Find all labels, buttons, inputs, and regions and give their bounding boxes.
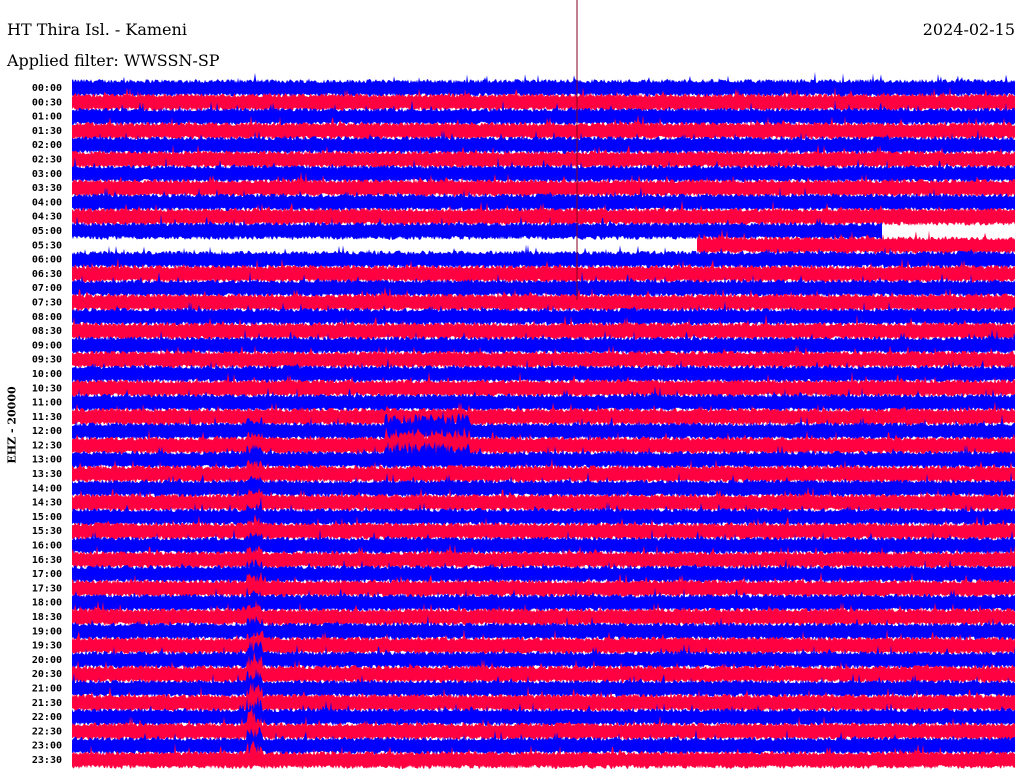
time-label: 22:30 (32, 726, 62, 737)
time-label: 08:00 (32, 312, 62, 323)
time-label: 19:00 (32, 626, 62, 637)
time-label: 01:30 (32, 126, 62, 137)
trace-0000 (72, 71, 1015, 97)
time-label: 00:30 (32, 97, 62, 108)
traces (72, 0, 1015, 769)
time-label: 21:00 (32, 684, 62, 695)
time-label: 16:00 (32, 541, 62, 552)
time-label: 03:00 (32, 169, 62, 180)
time-label: 23:30 (32, 755, 62, 766)
time-label: 15:30 (32, 526, 62, 537)
time-label: 15:00 (32, 512, 62, 523)
time-label: 07:30 (32, 297, 62, 308)
time-label: 03:30 (32, 183, 62, 194)
time-label: 10:00 (32, 369, 62, 380)
time-label: 17:00 (32, 569, 62, 580)
time-label: 17:30 (32, 583, 62, 594)
time-label: 02:00 (32, 140, 62, 151)
time-label: 08:30 (32, 326, 62, 337)
time-label: 18:30 (32, 612, 62, 623)
time-label: 01:00 (32, 112, 62, 123)
time-label: 23:00 (32, 741, 62, 752)
time-label: 10:30 (32, 383, 62, 394)
time-label: 19:30 (32, 641, 62, 652)
time-label: 21:30 (32, 698, 62, 709)
time-label: 18:00 (32, 598, 62, 609)
time-label: 06:00 (32, 255, 62, 266)
time-label: 22:00 (32, 712, 62, 723)
time-label: 20:00 (32, 655, 62, 666)
helicorder-plot: 00:00 00:30 01:00 01:30 02:00 02:30 03:00 03:30… (32, 0, 1015, 769)
time-label: 14:30 (32, 498, 62, 509)
time-label: 13:00 (32, 455, 62, 466)
time-label: 05:30 (32, 240, 62, 251)
time-label: 14:00 (32, 483, 62, 494)
time-label: 11:30 (32, 412, 62, 423)
time-label: 13:30 (32, 469, 62, 480)
time-label: 09:00 (32, 340, 62, 351)
time-label: 09:30 (32, 355, 62, 366)
time-label: 07:00 (32, 283, 62, 294)
time-labels: 00:00 00:30 01:00 01:30 02:00 02:30 03:00 03:30… (32, 83, 62, 766)
time-label: 11:00 (32, 398, 62, 409)
time-label: 02:30 (32, 154, 62, 165)
time-label: 06:30 (32, 269, 62, 280)
time-label: 16:30 (32, 555, 62, 566)
time-label: 04:00 (32, 197, 62, 208)
time-label: 12:00 (32, 426, 62, 437)
time-label: 12:30 (32, 440, 62, 451)
time-label: 20:30 (32, 669, 62, 680)
time-label: 00:00 (32, 83, 62, 94)
time-label: 05:00 (32, 226, 62, 237)
time-label: 04:30 (32, 212, 62, 223)
